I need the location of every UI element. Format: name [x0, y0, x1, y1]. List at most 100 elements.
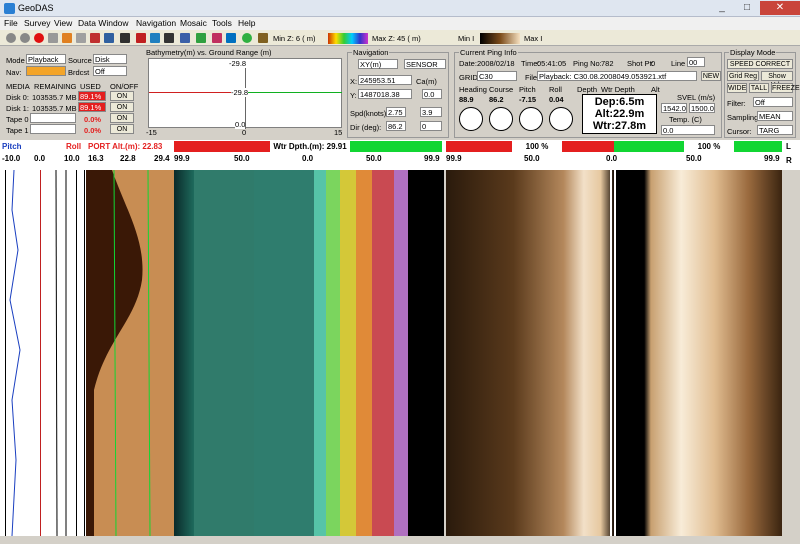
- source-field[interactable]: Disk: [93, 54, 127, 64]
- temp-field: 0.0: [661, 125, 715, 135]
- ruler-icon[interactable]: [164, 33, 174, 43]
- roll-value: 0.04: [549, 95, 564, 104]
- title-bar: GeoDAS _ □ ✕: [0, 0, 800, 17]
- media-row-remaining: [30, 124, 76, 134]
- pitch-value: -7.15: [519, 95, 537, 104]
- disk0-toggle[interactable]: ON: [110, 91, 134, 101]
- x-label: X:: [350, 77, 358, 86]
- max-z-label: Max Z: 45 ( m): [372, 34, 421, 43]
- date-label: Date:: [459, 59, 477, 68]
- alt-tick: 29.4: [154, 154, 170, 163]
- depth-readout: Dep:6.5m Alt:22.9m Wtr:27.8m: [582, 94, 657, 134]
- sampling-select[interactable]: MEAN: [757, 111, 793, 121]
- media-row-remaining: 103535.7 MB: [32, 93, 77, 102]
- chart2-icon[interactable]: [104, 33, 114, 43]
- mosaic-icon[interactable]: [180, 33, 190, 43]
- shot-label: Shot Pt:: [627, 59, 654, 68]
- help-icon[interactable]: [258, 33, 268, 43]
- record-icon[interactable]: [34, 33, 44, 43]
- wide-button[interactable]: WIDE: [727, 83, 747, 93]
- menu-data-window[interactable]: Data Window: [78, 18, 129, 28]
- speed-set-field[interactable]: 3.9: [420, 107, 442, 117]
- alt-tick: 22.8: [120, 154, 136, 163]
- date-value: 2008/02/18: [477, 59, 515, 68]
- brdcst-field[interactable]: Off: [93, 66, 127, 76]
- maximize-button[interactable]: □: [735, 1, 759, 15]
- grid-field[interactable]: C30: [477, 71, 517, 81]
- show-hdn-button[interactable]: Show Hdn: [761, 71, 793, 89]
- bathy-x-left: -15: [146, 128, 157, 137]
- calm-field[interactable]: 0.0: [422, 89, 442, 99]
- 3d-icon[interactable]: [136, 33, 146, 43]
- pause-icon[interactable]: [48, 33, 58, 43]
- svel-set-field[interactable]: 1500.0: [689, 103, 715, 113]
- port-alt-header: PORT Alt.(m): 22.83: [88, 142, 163, 151]
- media-row-used: 89.1%: [78, 102, 106, 112]
- sss-tick: 99.9: [764, 154, 780, 163]
- mode-label: Mode: [6, 56, 25, 65]
- dir-set-field[interactable]: 0: [420, 121, 442, 131]
- nav-label: Nav:: [6, 68, 22, 77]
- minimize-button[interactable]: _: [710, 1, 734, 15]
- max-i-label: Max I: [524, 34, 543, 43]
- compass-icon[interactable]: [242, 33, 252, 43]
- waves-icon[interactable]: [196, 33, 206, 43]
- onoff-header: ON/OFF: [110, 82, 139, 91]
- sss-stbd-pct: 100 %: [684, 141, 734, 152]
- grid-reg-button[interactable]: Grid Reg: [727, 71, 759, 81]
- new-file-button[interactable]: NEW: [701, 71, 721, 81]
- grid-icon[interactable]: [150, 33, 160, 43]
- source-panel: Mode Playback Source Disk Nav: Brdcst Of…: [0, 48, 140, 140]
- cursor-select[interactable]: TARG: [757, 125, 793, 135]
- rewind-icon[interactable]: [6, 33, 16, 43]
- right-marker: R: [786, 156, 792, 165]
- min-z-label: Min Z: 6 ( m): [273, 34, 316, 43]
- menu-mosaic[interactable]: Mosaic: [180, 18, 207, 28]
- tape0-toggle[interactable]: ON: [110, 113, 134, 123]
- display-mode-group: Display Mode SPEED CORRECT Grid Reg Show…: [724, 48, 800, 138]
- mode-field[interactable]: Playback: [26, 54, 66, 64]
- close-button[interactable]: ✕: [760, 1, 800, 15]
- menu-bar: File Survey View Data Window Navigation …: [0, 17, 800, 30]
- heading-gauge-icon: [459, 107, 483, 131]
- print-icon[interactable]: [76, 33, 86, 43]
- file-select[interactable]: Playback: C30.08.2008049.053921.xtf: [537, 71, 697, 81]
- sensor-select[interactable]: SENSOR: [404, 59, 446, 69]
- menu-survey[interactable]: Survey: [24, 18, 50, 28]
- freeze-button[interactable]: FREEZE: [771, 83, 800, 93]
- chart-icon[interactable]: [90, 33, 100, 43]
- speed-correct-button[interactable]: SPEED CORRECT: [727, 59, 793, 69]
- bathy-x-right: 15: [334, 128, 343, 137]
- bathy-icon[interactable]: [62, 33, 72, 43]
- bathy-top-tick: -29.8: [229, 59, 247, 68]
- menu-file[interactable]: File: [4, 18, 18, 28]
- menu-tools[interactable]: Tools: [212, 18, 232, 28]
- coord-select[interactable]: XY(m): [358, 59, 398, 69]
- pitch-tick: 0.0: [34, 154, 46, 163]
- sss-tick: 50.0: [524, 154, 540, 163]
- used-header: USED: [80, 82, 101, 91]
- tall-button[interactable]: TALL: [749, 83, 769, 93]
- attitude-pane: [0, 170, 86, 536]
- altitude-trace: [94, 170, 174, 536]
- bathy-tick: 99.9: [174, 154, 190, 163]
- vertical-scrollbar[interactable]: [782, 170, 800, 536]
- target-icon[interactable]: [212, 33, 222, 43]
- menu-help[interactable]: Help: [238, 18, 255, 28]
- menu-navigation[interactable]: Navigation: [136, 18, 176, 28]
- remaining-header: REMAINING: [34, 82, 77, 91]
- tape1-toggle[interactable]: ON: [110, 124, 134, 134]
- ping-no-value: 782: [601, 59, 614, 68]
- disk1-toggle[interactable]: ON: [110, 102, 134, 112]
- y-label: Y:: [350, 91, 357, 100]
- menu-view[interactable]: View: [54, 18, 72, 28]
- bathy-tick: 50.0: [234, 154, 250, 163]
- stop-icon[interactable]: [20, 33, 30, 43]
- line-field[interactable]: 00: [687, 57, 705, 67]
- roll-header: Roll: [66, 142, 82, 151]
- bathy-panel: Bathymetry(m) vs. Ground Range (m) -29.8…: [140, 46, 346, 140]
- screen-icon[interactable]: [226, 33, 236, 43]
- filter-select[interactable]: Off: [753, 97, 793, 107]
- media-row-used: 0.0%: [84, 115, 102, 124]
- mountain-icon[interactable]: [120, 33, 130, 43]
